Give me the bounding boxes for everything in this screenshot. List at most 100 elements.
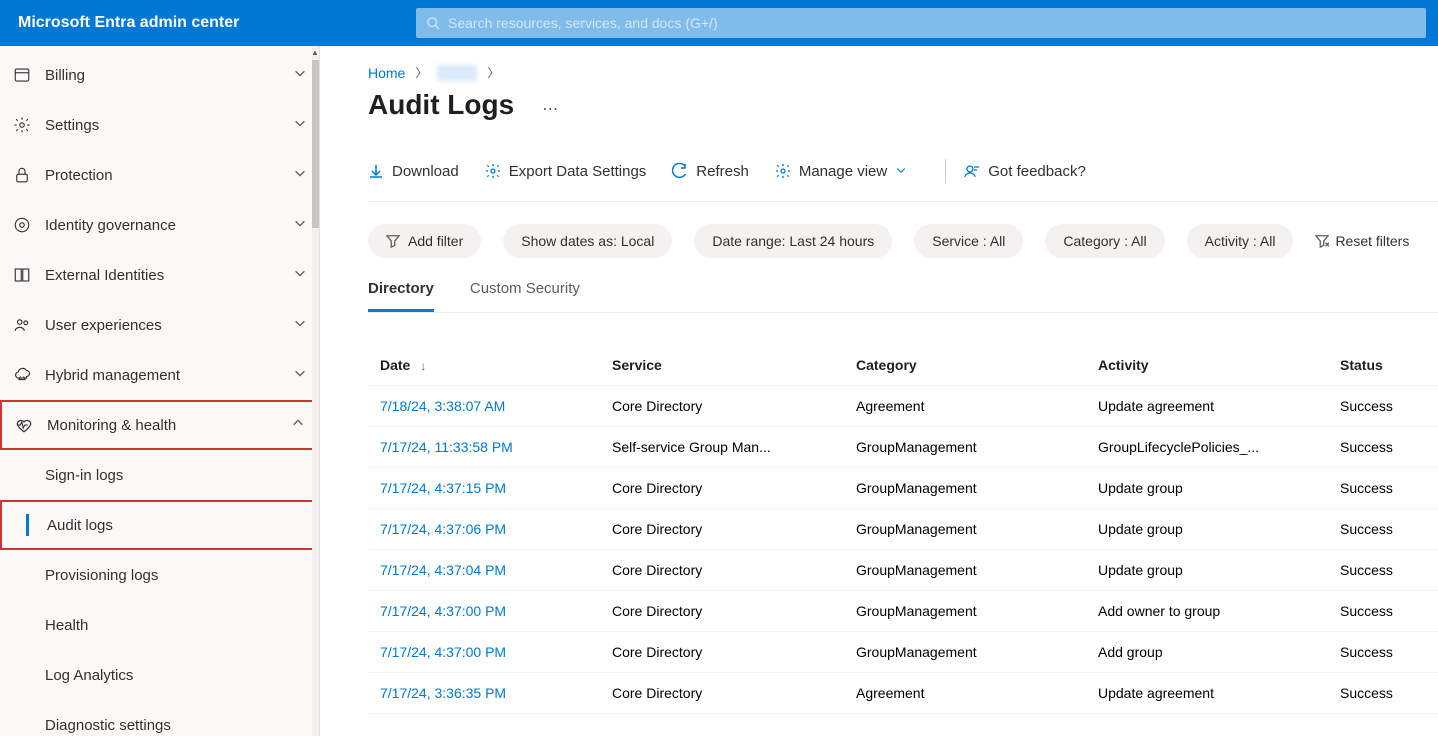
sort-down-icon: ↓ [420,359,426,373]
chevron-down-icon [293,166,307,185]
filter-category[interactable]: Category : All [1045,224,1164,258]
chevron-up-icon [291,416,305,435]
filter-show-dates[interactable]: Show dates as: Local [503,224,672,258]
row-date-link[interactable]: 7/17/24, 4:37:04 PM [380,562,506,578]
nav-hybrid-management[interactable]: Hybrid management [0,350,319,400]
col-header-activity[interactable]: Activity [1098,357,1340,373]
row-category: GroupManagement [856,521,1098,537]
add-filter-label: Add filter [408,233,463,249]
filter-icon [386,234,400,248]
nav-sign-in-logs[interactable]: Sign-in logs [0,450,319,500]
nav-external-identities[interactable]: External Identities [0,250,319,300]
table-row[interactable]: 7/17/24, 4:37:06 PMCore DirectoryGroupMa… [368,509,1438,550]
refresh-button[interactable]: Refresh [672,163,749,180]
export-label: Export Data Settings [509,163,647,180]
col-header-status[interactable]: Status [1340,357,1438,373]
table-row[interactable]: 7/17/24, 4:37:04 PMCore DirectoryGroupMa… [368,550,1438,591]
row-activity: Update group [1098,562,1340,578]
manage-view-button[interactable]: Manage view [775,163,915,180]
nav-label: Hybrid management [45,367,293,384]
nav-log-analytics[interactable]: Log Analytics [0,650,319,700]
more-actions-button[interactable]: ⋯ [542,99,560,119]
nav-user-experiences[interactable]: User experiences [0,300,319,350]
add-filter-button[interactable]: Add filter [368,224,481,258]
nav-monitoring-health[interactable]: Monitoring & health [0,400,319,450]
sidebar-scrollbar[interactable]: ▲ [312,46,319,736]
table-row[interactable]: 7/17/24, 4:37:00 PMCore DirectoryGroupMa… [368,591,1438,632]
breadcrumb-tenant-redacted[interactable] [437,65,477,81]
row-service: Core Directory [612,603,856,619]
filter-activity[interactable]: Activity : All [1187,224,1294,258]
filter-service[interactable]: Service : All [914,224,1023,258]
row-date-link[interactable]: 7/17/24, 4:37:15 PM [380,480,506,496]
nav-diagnostic-settings[interactable]: Diagnostic settings [0,700,319,736]
table-row[interactable]: 7/17/24, 11:33:58 PM Self-service Group M… [368,427,1438,468]
row-date-link[interactable]: 7/17/24, 4:37:00 PM [380,603,506,619]
row-date-link[interactable]: 7/18/24, 3:38:07 AM [380,398,505,414]
export-data-settings-button[interactable]: Export Data Settings [485,163,647,180]
row-service: Core Directory [612,685,856,701]
row-category: GroupManagement [856,562,1098,578]
nav-settings[interactable]: Settings [0,100,319,150]
row-activity: Update group [1098,480,1340,496]
row-date-link[interactable]: 7/17/24, 4:37:00 PM [380,644,506,660]
nav-identity-governance[interactable]: Identity governance [0,200,319,250]
nav-label: Billing [45,67,293,84]
row-service: Self-service Group Man... [612,439,856,455]
chevron-right-icon: 〉 [415,64,427,81]
row-status: Success [1340,644,1438,660]
search-box[interactable] [416,8,1426,38]
scroll-thumb[interactable] [312,60,319,228]
tab-custom-security[interactable]: Custom Security [470,280,580,312]
row-status: Success [1340,398,1438,414]
chevron-down-icon [293,266,307,285]
nav-label: Sign-in logs [45,467,307,484]
row-category: GroupManagement [856,480,1098,496]
table-row[interactable]: 7/18/24, 3:38:07 AMCore DirectoryAgreeme… [368,386,1438,427]
row-date-link[interactable]: 7/17/24, 11:33:58 PM [380,439,513,455]
feedback-label: Got feedback? [988,163,1086,180]
row-service: Core Directory [612,644,856,660]
nav-provisioning-logs[interactable]: Provisioning logs [0,550,319,600]
filter-date-range[interactable]: Date range: Last 24 hours [694,224,892,258]
row-date-link[interactable]: 7/17/24, 3:36:35 PM [380,685,506,701]
nav-health[interactable]: Health [0,600,319,650]
search-input[interactable] [448,15,1416,31]
refresh-label: Refresh [696,163,749,180]
row-date-link[interactable]: 7/17/24, 4:37:06 PM [380,521,506,537]
download-button[interactable]: Download [368,163,459,180]
nav-label: Health [45,617,307,634]
nav-protection[interactable]: Protection [0,150,319,200]
nav-label: Audit logs [47,517,305,534]
cloud-icon [12,365,32,385]
download-icon [368,163,384,179]
table-row[interactable]: 7/17/24, 3:36:35 PMCore DirectoryAgreeme… [368,673,1438,714]
table-header-row: Date ↓ Service Category Activity Status [368,345,1438,386]
page-title: Audit Logs [368,89,514,121]
active-indicator [26,514,29,536]
breadcrumb-home[interactable]: Home [368,65,405,81]
tab-directory[interactable]: Directory [368,280,434,312]
row-activity: Add owner to group [1098,603,1340,619]
table-row[interactable]: 7/17/24, 4:37:00 PMCore DirectoryGroupMa… [368,632,1438,673]
col-header-service[interactable]: Service [612,357,856,373]
chevron-right-icon: 〉 [487,64,499,81]
table-row[interactable]: 7/17/24, 4:37:15 PM Core DirectoryGroupMa… [368,468,1438,509]
heartbeat-icon [14,415,34,435]
row-service: Core Directory [612,480,856,496]
feedback-button[interactable]: Got feedback? [964,163,1086,180]
row-status: Success [1340,480,1438,496]
scroll-up-arrow[interactable]: ▲ [306,48,320,57]
row-status: Success [1340,439,1438,455]
audit-log-table: Date ↓ Service Category Activity Status … [368,345,1438,714]
row-status: Success [1340,521,1438,537]
row-activity: Update agreement [1098,685,1340,701]
nav-audit-logs[interactable]: Audit logs [0,500,319,550]
content-pane: Home 〉 〉 Audit Logs ⋯ Download Export Da… [320,46,1438,736]
col-header-category[interactable]: Category [856,357,1098,373]
nav-label: Log Analytics [45,667,307,684]
reset-filters-button[interactable]: Reset filters [1315,233,1409,249]
nav-billing[interactable]: Billing [0,50,319,100]
col-header-date[interactable]: Date ↓ [368,357,612,373]
row-service: Core Directory [612,398,856,414]
